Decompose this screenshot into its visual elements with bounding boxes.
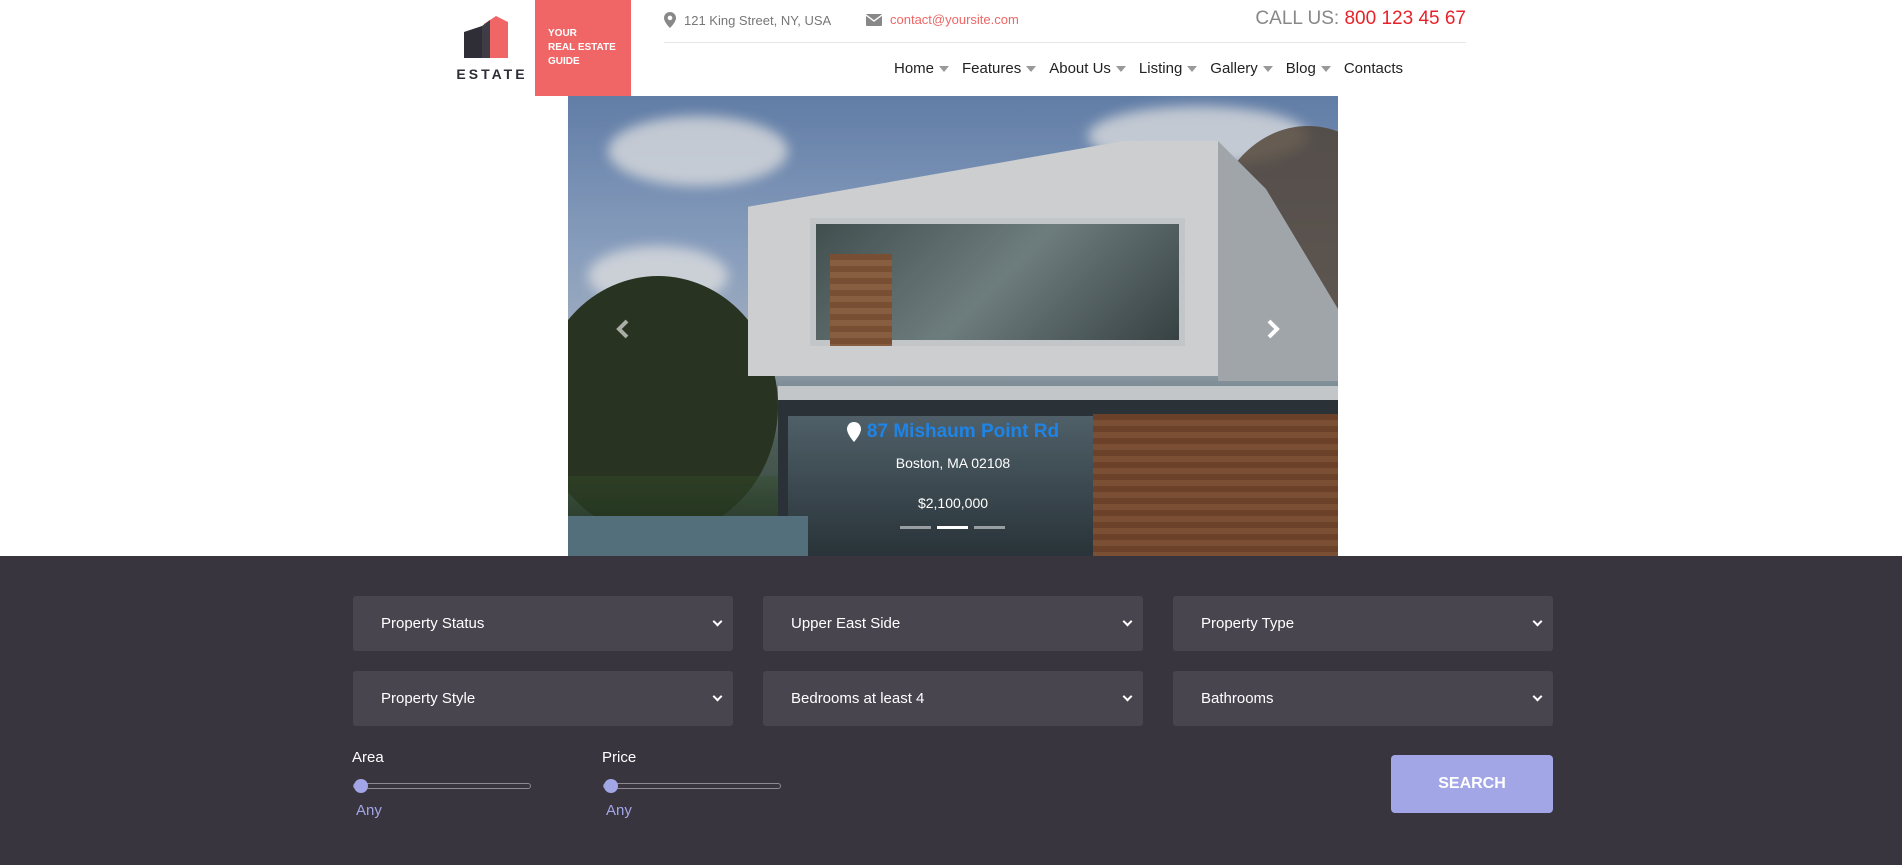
area-slider-track[interactable] bbox=[353, 783, 531, 789]
select-value: Property Style bbox=[381, 690, 476, 707]
slide-dot[interactable] bbox=[900, 526, 931, 529]
select-value: Property Status bbox=[381, 615, 485, 632]
nav-label: Features bbox=[962, 60, 1022, 77]
caret-down-icon bbox=[1187, 66, 1198, 72]
caret-down-icon bbox=[1320, 66, 1331, 72]
price-value: Any bbox=[606, 802, 632, 819]
address-text: 121 King Street, NY, USA bbox=[684, 12, 832, 28]
nav-item-home[interactable]: Home bbox=[894, 60, 950, 77]
house-logo-icon bbox=[464, 16, 508, 58]
chevron-right-icon bbox=[1267, 319, 1280, 339]
property-status-select[interactable]: Property Status bbox=[353, 596, 733, 651]
slide-caption: 87 Mishaum Point Rd Boston, MA 02108 $2,… bbox=[568, 421, 1338, 511]
caret-down-icon bbox=[939, 66, 950, 72]
tagline-line: GUIDE bbox=[548, 56, 580, 67]
area-value: Any bbox=[356, 802, 382, 819]
select-value: Property Type bbox=[1201, 615, 1295, 632]
nav-label: Listing bbox=[1138, 60, 1183, 77]
caret-down-icon bbox=[1115, 66, 1126, 72]
main-nav: Home Features About Us Listing Gallery B… bbox=[894, 60, 1416, 77]
call-us: CALL US: 800 123 45 67 bbox=[1255, 8, 1466, 30]
price-slider-track[interactable] bbox=[603, 783, 781, 789]
select-value: Bedrooms at least 4 bbox=[791, 690, 925, 707]
tagline-badge: YOUR REAL ESTATE GUIDE bbox=[535, 0, 631, 96]
prev-slide-button[interactable] bbox=[608, 314, 638, 344]
nav-item-gallery[interactable]: Gallery bbox=[1210, 60, 1273, 77]
nav-item-about-us[interactable]: About Us bbox=[1049, 60, 1126, 77]
nav-label: Contacts bbox=[1343, 60, 1404, 77]
map-pin-icon bbox=[664, 12, 676, 28]
bathrooms-select[interactable]: Bathrooms bbox=[1173, 671, 1553, 726]
tagline-line: REAL ESTATE bbox=[548, 42, 616, 53]
email[interactable]: contact@yoursite.com bbox=[866, 12, 1019, 27]
logo-text: ESTATE bbox=[456, 66, 528, 82]
chevron-down-icon bbox=[1122, 616, 1133, 627]
select-value: Upper East Side bbox=[791, 615, 901, 632]
chevron-down-icon bbox=[1532, 616, 1543, 627]
listing-title-link[interactable]: 87 Mishaum Point Rd bbox=[846, 421, 1060, 443]
nav-item-listing[interactable]: Listing bbox=[1138, 60, 1198, 77]
map-pin-icon bbox=[846, 422, 861, 442]
chevron-down-icon bbox=[1532, 691, 1543, 702]
area-label: Area bbox=[352, 749, 384, 766]
property-style-select[interactable]: Property Style bbox=[353, 671, 733, 726]
select-value: Bathrooms bbox=[1201, 690, 1274, 707]
site-header: ESTATE YOUR REAL ESTATE GUIDE 121 King S… bbox=[0, 0, 1902, 96]
price-label: Price bbox=[602, 749, 637, 766]
neighborhood-select[interactable]: Upper East Side bbox=[763, 596, 1143, 651]
envelope-icon bbox=[866, 13, 882, 26]
listing-city: Boston, MA 02108 bbox=[895, 455, 1011, 471]
listing-street: 87 Mishaum Point Rd bbox=[866, 421, 1060, 442]
chevron-down-icon bbox=[1122, 691, 1133, 702]
chevron-left-icon bbox=[616, 319, 629, 339]
hero-slider: 87 Mishaum Point Rd Boston, MA 02108 $2,… bbox=[568, 96, 1338, 556]
nav-label: Blog bbox=[1285, 60, 1316, 77]
address: 121 King Street, NY, USA bbox=[664, 12, 831, 28]
caret-down-icon bbox=[1026, 66, 1037, 72]
slide-dot[interactable] bbox=[974, 526, 1005, 529]
nav-label: Gallery bbox=[1210, 60, 1258, 77]
chevron-down-icon bbox=[712, 691, 723, 702]
search-button[interactable]: SEARCH bbox=[1391, 755, 1553, 813]
logo[interactable]: ESTATE bbox=[452, 14, 532, 84]
chevron-down-icon bbox=[712, 616, 723, 627]
property-type-select[interactable]: Property Type bbox=[1173, 596, 1553, 651]
call-label: CALL US: bbox=[1255, 8, 1340, 29]
nav-item-blog[interactable]: Blog bbox=[1286, 60, 1331, 77]
nav-label: Home bbox=[894, 60, 935, 77]
price-slider-handle[interactable] bbox=[604, 779, 618, 793]
slide-indicators bbox=[900, 526, 1005, 529]
contact-topbar: 121 King Street, NY, USA contact@yoursit… bbox=[664, 0, 1466, 43]
next-slide-button[interactable] bbox=[1258, 314, 1288, 344]
slide-dot-active[interactable] bbox=[937, 526, 968, 529]
caret-down-icon bbox=[1262, 66, 1273, 72]
nav-item-features[interactable]: Features bbox=[962, 60, 1037, 77]
email-link[interactable]: contact@yoursite.com bbox=[890, 12, 1019, 27]
nav-label: About Us bbox=[1049, 60, 1111, 77]
tagline-line: YOUR bbox=[548, 28, 577, 39]
listing-price: $2,100,000 bbox=[917, 495, 989, 511]
nav-item-contacts[interactable]: Contacts bbox=[1344, 60, 1403, 77]
area-slider-handle[interactable] bbox=[354, 779, 368, 793]
bedrooms-select[interactable]: Bedrooms at least 4 bbox=[763, 671, 1143, 726]
phone-number[interactable]: 800 123 45 67 bbox=[1344, 8, 1466, 29]
